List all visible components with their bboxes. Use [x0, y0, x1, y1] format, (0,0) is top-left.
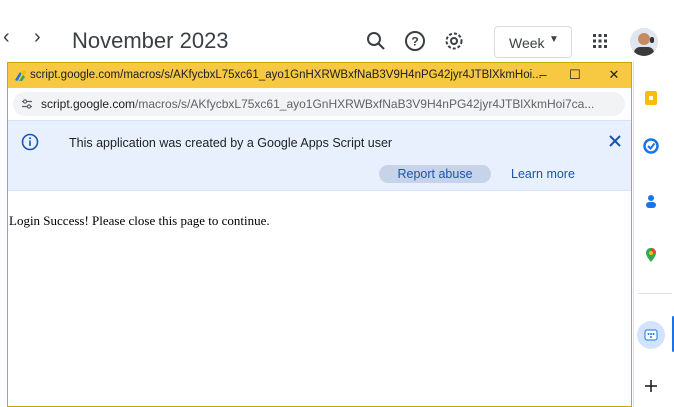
- add-icon[interactable]: [643, 378, 659, 394]
- info-banner: This application was created by a Google…: [8, 120, 631, 191]
- calendar-header: ‹ › November 2023 ? Week ▼: [0, 0, 674, 62]
- maximize-button[interactable]: ☐: [564, 65, 586, 85]
- window-titlebar[interactable]: script.google.com/macros/s/AKfycbxL75xc6…: [8, 63, 631, 88]
- month-title: November 2023: [72, 28, 229, 53]
- caret-down-icon: ▼: [549, 34, 559, 45]
- learn-more-link[interactable]: Learn more: [511, 167, 575, 181]
- info-message: This application was created by a Google…: [69, 136, 393, 150]
- page-content: Login Success! Please close this page to…: [8, 192, 631, 406]
- url-path: /macros/s/AKfycbxL75xc61_ayo1GnHXRWBxfNa…: [135, 97, 595, 111]
- url-field[interactable]: script.google.com/macros/s/AKfycbxL75xc6…: [13, 92, 625, 116]
- maps-icon[interactable]: [643, 247, 659, 263]
- assistant-button[interactable]: [637, 321, 665, 349]
- apps-script-icon: [15, 70, 26, 81]
- apps-grid-icon[interactable]: [588, 29, 612, 53]
- side-divider: [638, 293, 672, 294]
- chevron-left-icon[interactable]: ‹: [3, 27, 10, 47]
- window-close-button[interactable]: ✕: [603, 65, 625, 85]
- svg-text:?: ?: [411, 35, 418, 49]
- address-bar: script.google.com/macros/s/AKfycbxL75xc6…: [8, 88, 631, 120]
- report-abuse-button[interactable]: Report abuse: [379, 165, 491, 183]
- view-selector[interactable]: Week ▼: [494, 26, 572, 58]
- popup-window: script.google.com/macros/s/AKfycbxL75xc6…: [7, 62, 632, 407]
- close-icon[interactable]: [606, 132, 624, 150]
- view-selector-label: Week: [509, 35, 545, 51]
- help-icon[interactable]: ?: [403, 29, 427, 53]
- assistant-icon: [644, 329, 658, 341]
- avatar[interactable]: [630, 28, 658, 56]
- site-info-icon[interactable]: [21, 98, 33, 110]
- search-icon[interactable]: [364, 29, 388, 53]
- window-title: script.google.com/macros/s/AKfycbxL75xc6…: [30, 69, 542, 81]
- chevron-right-icon[interactable]: ›: [34, 27, 41, 47]
- minimize-button[interactable]: –: [532, 65, 554, 85]
- url-text: script.google.com/macros/s/AKfycbxL75xc6…: [41, 97, 594, 111]
- info-icon: [21, 133, 39, 151]
- login-success-message: Login Success! Please close this page to…: [9, 213, 270, 228]
- url-host: script.google.com: [41, 97, 136, 111]
- settings-icon[interactable]: [442, 29, 466, 53]
- side-panel: [633, 62, 674, 407]
- tasks-icon[interactable]: [643, 138, 659, 154]
- keep-icon[interactable]: [643, 90, 659, 106]
- contacts-icon[interactable]: [643, 193, 659, 209]
